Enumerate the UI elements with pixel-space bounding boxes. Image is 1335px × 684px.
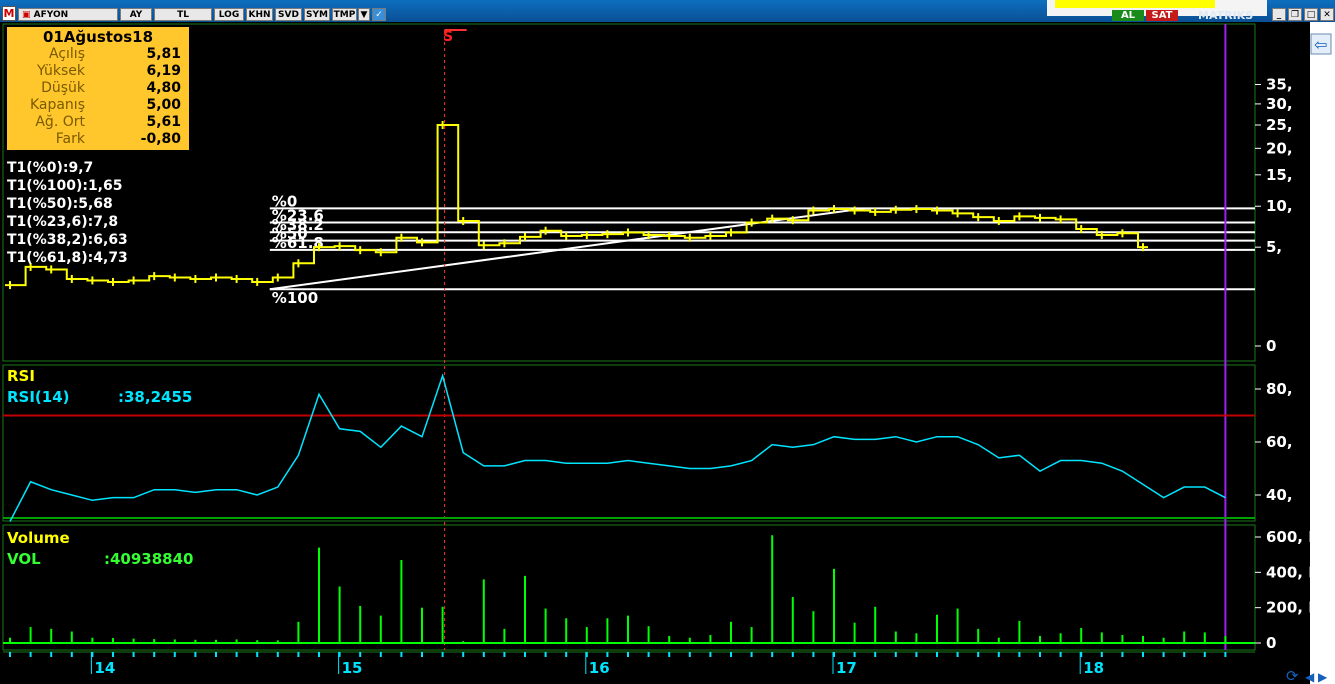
fib-label-50: T1(%50):5,68: [7, 196, 113, 212]
sell-button[interactable]: SAT: [1146, 10, 1178, 21]
volume-name: VOL: [7, 550, 41, 568]
info-value: -0,80: [140, 131, 181, 147]
chart-canvas[interactable]: %0%23.6%38.2%50%61.8%100 35,30,25,20,15,…: [0, 22, 1335, 684]
fib-level-label: %100: [272, 289, 318, 307]
fib-label-61-8: T1(%61,8):4,73: [7, 250, 128, 266]
info-value: 5,81: [146, 46, 181, 62]
time-axis-label: 18: [1083, 659, 1104, 677]
scroll-arrow-left-icon[interactable]: ⇦: [1310, 33, 1332, 55]
info-value: 5,00: [146, 97, 181, 113]
fib-label-100: T1(%100):1,65: [7, 178, 123, 194]
nav-right-icon[interactable]: ▶: [1318, 670, 1328, 684]
rsi-title: RSI: [7, 367, 35, 385]
price-axis-label: 35,: [1266, 76, 1293, 94]
price-axis-label: 25,: [1266, 116, 1293, 134]
info-value: 5,61: [146, 114, 181, 130]
rsi-axis-label: 60,: [1266, 433, 1293, 451]
volume-axis-label: 200, M: [1266, 599, 1323, 617]
price-axis-label: 20,: [1266, 139, 1293, 157]
svg-text:⇦: ⇦: [1314, 35, 1327, 54]
fib-label-23-6: T1(%23,6):7,8: [7, 214, 119, 230]
flag-icon: ▣: [22, 10, 31, 20]
volume-title: Volume: [7, 529, 70, 547]
info-row-high: Yüksek 6,19: [7, 63, 189, 80]
tmp-button[interactable]: TMP: [332, 8, 357, 21]
right-panel: [1310, 22, 1335, 684]
svd-button[interactable]: SVD: [275, 8, 302, 21]
marker-label: S: [443, 29, 453, 45]
info-label: Kapanış: [29, 97, 85, 113]
info-row-change: Fark -0,80: [7, 131, 189, 148]
ohlc-info-box: 01Ağustos18 Açılış 5,81 Yüksek 6,19 Düşük 4…: [7, 27, 189, 150]
khn-button[interactable]: KHN: [246, 8, 273, 21]
rsi-value: :38,2455: [118, 388, 192, 406]
info-label: Fark: [55, 131, 85, 147]
buy-button[interactable]: AL: [1112, 10, 1144, 21]
currency-selector[interactable]: TL: [154, 8, 212, 21]
time-axis-label: 16: [589, 659, 610, 677]
maximize-icon[interactable]: □: [1304, 8, 1318, 21]
logo-icon[interactable]: M: [2, 6, 16, 21]
volume-axis-label: 0: [1266, 634, 1276, 652]
fib-label-0: T1(%0):9,7: [7, 160, 94, 176]
log-button[interactable]: LOG: [214, 8, 244, 21]
time-axis-label: 17: [836, 659, 857, 677]
rsi-axis-label: 40,: [1266, 486, 1293, 504]
price-axis-label: 15,: [1266, 166, 1293, 184]
sym-button[interactable]: SYM: [304, 8, 330, 21]
price-axis-label: 10,: [1266, 197, 1293, 215]
info-label: Yüksek: [37, 63, 85, 79]
chart-background: [0, 22, 1335, 684]
nav-left-icon[interactable]: ◀: [1305, 670, 1315, 684]
price-axis-label: 5,: [1266, 238, 1282, 256]
info-date: 01Ağustos18: [42, 28, 154, 46]
volume-value: :40938840: [104, 550, 194, 568]
rsi-name: RSI(14): [7, 388, 70, 406]
symbol-label: AFYON: [33, 10, 69, 20]
close-icon[interactable]: ✕: [1320, 8, 1334, 21]
time-axis-label: 15: [342, 659, 363, 677]
volume-axis-label: 600, M: [1266, 528, 1323, 546]
time-axis-label: 14: [94, 659, 115, 677]
restore-icon[interactable]: ❐: [1288, 8, 1302, 21]
price-axis-label: 30,: [1266, 95, 1293, 113]
ticker-highlight: [1055, 0, 1215, 8]
info-row-low: Düşük 4,80: [7, 80, 189, 97]
bird-icon[interactable]: ✓: [372, 8, 386, 21]
info-label: Ağ. Ort: [35, 114, 85, 130]
svg-text:◀: ◀: [1305, 670, 1315, 684]
info-value: 6,19: [146, 63, 181, 79]
info-row-close: Kapanış 5,00: [7, 97, 189, 114]
svg-text:▶: ▶: [1318, 670, 1328, 684]
dropdown-arrow-icon[interactable]: ▼: [358, 8, 370, 21]
info-row-open: Açılış 5,81: [7, 46, 189, 63]
refresh-icon[interactable]: ⟳: [1286, 667, 1299, 684]
fib-level-label: %61.8: [272, 234, 324, 252]
toolbar: M ▣ AFYON AY TL LOG KHN SVD SYM TMP ▼ ✓ …: [0, 0, 1335, 22]
info-label: Açılış: [49, 46, 85, 62]
svg-text:⟳: ⟳: [1286, 667, 1299, 684]
rsi-axis-label: 80,: [1266, 380, 1293, 398]
fib-label-38-2: T1(%38,2):6,63: [7, 232, 128, 248]
brand-label: MATRIKS: [1198, 9, 1254, 22]
info-row-avg: Ağ. Ort 5,61: [7, 114, 189, 131]
minimize-icon[interactable]: _: [1272, 8, 1286, 21]
symbol-selector[interactable]: ▣ AFYON: [18, 8, 118, 21]
info-value: 4,80: [146, 80, 181, 96]
info-label: Düşük: [41, 80, 85, 96]
period-selector[interactable]: AY: [120, 8, 152, 21]
price-axis-label: 0: [1266, 337, 1276, 355]
volume-axis-label: 400, M: [1266, 563, 1323, 581]
